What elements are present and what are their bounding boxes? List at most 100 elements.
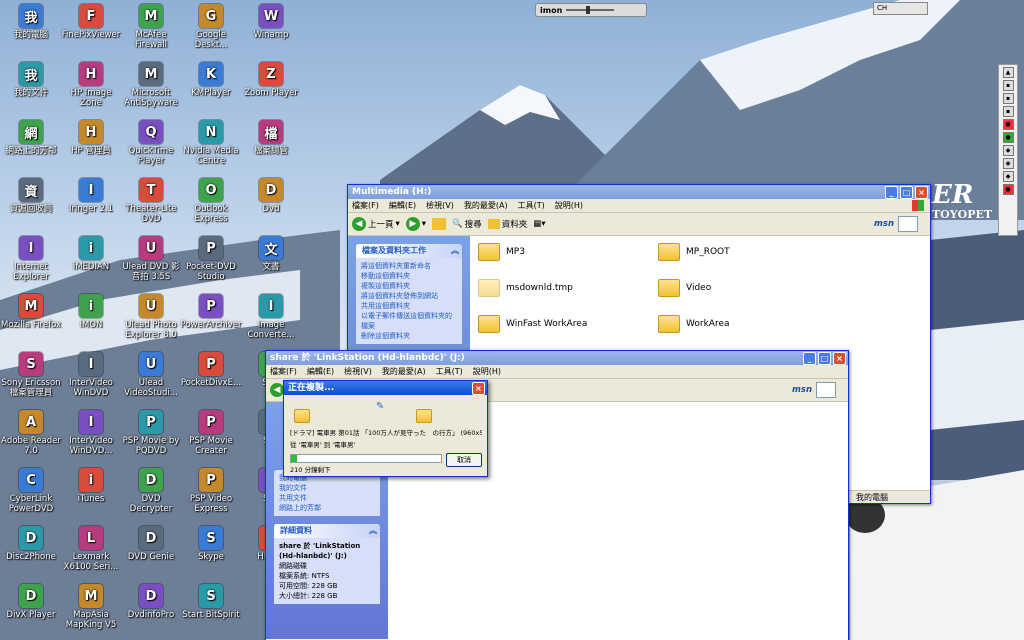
desktop-icon[interactable]: M Mozilla Firefox bbox=[0, 294, 62, 330]
views-icon[interactable]: ▦▾ bbox=[533, 219, 545, 229]
close-icon[interactable]: × bbox=[833, 352, 846, 365]
desktop-icon[interactable]: M Microsoft AntiSpyware bbox=[120, 62, 182, 108]
close-icon[interactable]: × bbox=[915, 186, 928, 199]
maximize-icon[interactable]: □ bbox=[818, 352, 831, 365]
multimedia-titlebar[interactable]: Multimedia (H:) _ □ × bbox=[348, 185, 930, 199]
desktop-icon[interactable]: S Start BitSpirit bbox=[180, 584, 242, 620]
place-my-documents[interactable]: 我的文件 bbox=[279, 483, 375, 493]
desktop-icon[interactable]: 我我的電腦 bbox=[0, 4, 62, 40]
desktop-icon[interactable]: D Disc2Phone bbox=[0, 526, 62, 562]
copy-dialog-titlebar[interactable]: 正在複製... × bbox=[284, 381, 487, 395]
search-button[interactable]: 🔍 搜尋 bbox=[452, 218, 482, 230]
desktop-icon[interactable]: F FinePixViewer bbox=[60, 4, 122, 40]
desktop-icon[interactable]: W Winamp bbox=[240, 4, 302, 40]
folder-workarea[interactable]: WorkArea bbox=[658, 315, 730, 333]
menu-tools[interactable]: 工具(T) bbox=[436, 365, 463, 378]
desktop-icon[interactable]: N Nvidia Media Centre bbox=[180, 120, 242, 166]
back-arrow-icon[interactable]: ◀ bbox=[270, 383, 284, 397]
quick-bar-button-3-icon[interactable]: ▪ bbox=[1002, 93, 1014, 104]
share-titlebar[interactable]: share 於 'LinkStation (Hd-hlanbdc)' (J:) … bbox=[266, 351, 848, 365]
cancel-button[interactable]: 取消 bbox=[446, 453, 482, 467]
forward-button[interactable]: ▶ ▾ bbox=[405, 217, 426, 231]
back-dropdown-icon[interactable]: ▾ bbox=[396, 219, 400, 229]
desktop-icon[interactable]: i iMON bbox=[60, 294, 122, 330]
desktop-icon[interactable]: I InterVideo WinDVD bbox=[60, 352, 122, 398]
minimize-icon[interactable]: _ bbox=[803, 352, 816, 365]
task-publish-folder[interactable]: 將這個資料夾發佈到網站 bbox=[361, 291, 457, 301]
desktop-icon[interactable]: P PowerArchiver bbox=[180, 294, 242, 330]
desktop-icon[interactable]: i iMEDIAN bbox=[60, 236, 122, 272]
task-rename-folder[interactable]: 將這個資料夾重新命名 bbox=[361, 261, 457, 271]
desktop-icon[interactable]: L Lexmark X6100 Seri... bbox=[60, 526, 122, 572]
desktop-icon[interactable]: i iTunes bbox=[60, 468, 122, 504]
task-delete-folder[interactable]: 刪除這個資料夾 bbox=[361, 331, 457, 341]
folder-mp-root[interactable]: MP_ROOT bbox=[658, 243, 730, 261]
desktop-icon[interactable]: O Outlook Express bbox=[180, 178, 242, 224]
menu-edit[interactable]: 編輯(E) bbox=[307, 365, 334, 378]
menu-favorites[interactable]: 我的最愛(A) bbox=[382, 365, 426, 378]
quick-bar-button-10-icon[interactable]: ● bbox=[1002, 184, 1014, 195]
folders-button[interactable]: 資料夾 bbox=[487, 218, 527, 230]
close-icon[interactable]: × bbox=[472, 382, 485, 395]
quick-bar-button-4-icon[interactable]: ▪ bbox=[1002, 106, 1014, 117]
desktop-icon[interactable]: D Dvd bbox=[240, 178, 302, 214]
desktop-icon[interactable]: P PSP Movie by PQDVD bbox=[120, 410, 182, 456]
desktop-icon[interactable]: 檔檔案總管 bbox=[240, 120, 302, 156]
copy-dialog[interactable]: 正在複製... × ✎ [ドラマ] 電車男 第01話 「100万人が見守った の… bbox=[283, 380, 488, 477]
menu-file[interactable]: 檔案(F) bbox=[352, 199, 379, 212]
menu-file[interactable]: 檔案(F) bbox=[270, 365, 297, 378]
menu-favorites[interactable]: 我的最愛(A) bbox=[464, 199, 508, 212]
folder-msdownld[interactable]: msdownld.tmp bbox=[478, 279, 573, 297]
desktop-icon[interactable]: I Iringer 2.1 bbox=[60, 178, 122, 214]
desktop-icon[interactable]: M McAfee Firewall bbox=[120, 4, 182, 50]
desktop-icon[interactable]: Q QuickTime Player bbox=[120, 120, 182, 166]
menu-tools[interactable]: 工具(T) bbox=[518, 199, 545, 212]
folder-winfast-workarea[interactable]: WinFast WorkArea bbox=[478, 315, 587, 333]
desktop-icon[interactable]: G Google Deskt... bbox=[180, 4, 242, 50]
desktop-icon[interactable]: P Pocket-DVD Studio bbox=[180, 236, 242, 282]
quick-bar-button-2-icon[interactable]: ▪ bbox=[1002, 80, 1014, 91]
desktop-icon[interactable]: A Adobe Reader 7.0 bbox=[0, 410, 62, 456]
quick-bar-button-6-icon[interactable]: ● bbox=[1002, 132, 1014, 143]
quick-bar-button-1-icon[interactable]: ▲ bbox=[1002, 67, 1014, 78]
desktop-icon[interactable]: P PSP Video Express bbox=[180, 468, 242, 514]
menu-edit[interactable]: 編輯(E) bbox=[389, 199, 416, 212]
desktop-icon[interactable]: K KMPlayer bbox=[180, 62, 242, 98]
task-share-folder[interactable]: 共用這個資料夾 bbox=[361, 301, 457, 311]
desktop-icon[interactable]: 我我的文件 bbox=[0, 62, 62, 98]
msn-search-box[interactable] bbox=[898, 216, 918, 232]
desktop-icon[interactable]: 資資源回收筒 bbox=[0, 178, 62, 214]
quick-bar-button-8-icon[interactable]: ◆ bbox=[1002, 158, 1014, 169]
imon-slider-icon[interactable] bbox=[566, 6, 615, 14]
quick-bar-button-9-icon[interactable]: ◆ bbox=[1002, 171, 1014, 182]
desktop-icon[interactable]: T Theater-Lite DVD bbox=[120, 178, 182, 224]
desktop-icon[interactable]: D DVD Decrypter bbox=[120, 468, 182, 514]
desktop-icon[interactable]: U Ulead Photo Explorer 8.0 bbox=[120, 294, 182, 340]
msn-label[interactable]: msn bbox=[874, 219, 894, 229]
desktop-icon[interactable]: D DivX Player bbox=[0, 584, 62, 620]
desktop-icon[interactable]: C CyberLink PowerDVD bbox=[0, 468, 62, 514]
task-move-folder[interactable]: 移動這個資料夾 bbox=[361, 271, 457, 281]
details-header[interactable]: 詳細資料 ︽ bbox=[274, 524, 380, 538]
desktop-icon[interactable]: D DVD Genie bbox=[120, 526, 182, 562]
menu-view[interactable]: 檢視(V) bbox=[344, 365, 372, 378]
language-bar[interactable]: CH bbox=[873, 2, 928, 15]
desktop-icon[interactable]: 網網路上的芳鄰 bbox=[0, 120, 62, 156]
collapse-icon[interactable]: ︽ bbox=[451, 244, 459, 258]
collapse-icon[interactable]: ︽ bbox=[369, 524, 377, 538]
desktop-icon[interactable]: I Internet Explorer bbox=[0, 236, 62, 282]
imon-bar[interactable]: imon bbox=[535, 3, 647, 17]
msn-search-box[interactable] bbox=[816, 382, 836, 398]
place-shared-documents[interactable]: 共用文件 bbox=[279, 493, 375, 503]
menu-help[interactable]: 說明(H) bbox=[473, 365, 501, 378]
quick-bar-button-7-icon[interactable]: ◆ bbox=[1002, 145, 1014, 156]
desktop-icon[interactable]: P PSP Movie Creater bbox=[180, 410, 242, 456]
desktop-icon[interactable]: I InterVideo WinDVD... bbox=[60, 410, 122, 456]
desktop-icon[interactable]: H HP Image Zone bbox=[60, 62, 122, 108]
forward-dropdown-icon[interactable]: ▾ bbox=[422, 219, 426, 229]
folder-mp3[interactable]: MP3 bbox=[478, 243, 525, 261]
msn-label[interactable]: msn bbox=[792, 385, 812, 395]
file-folder-tasks-header[interactable]: 檔案及資料夾工作 ︽ bbox=[356, 244, 462, 258]
back-button[interactable]: ◀ 上一頁 ▾ bbox=[352, 217, 400, 231]
menu-view[interactable]: 檢視(V) bbox=[426, 199, 454, 212]
